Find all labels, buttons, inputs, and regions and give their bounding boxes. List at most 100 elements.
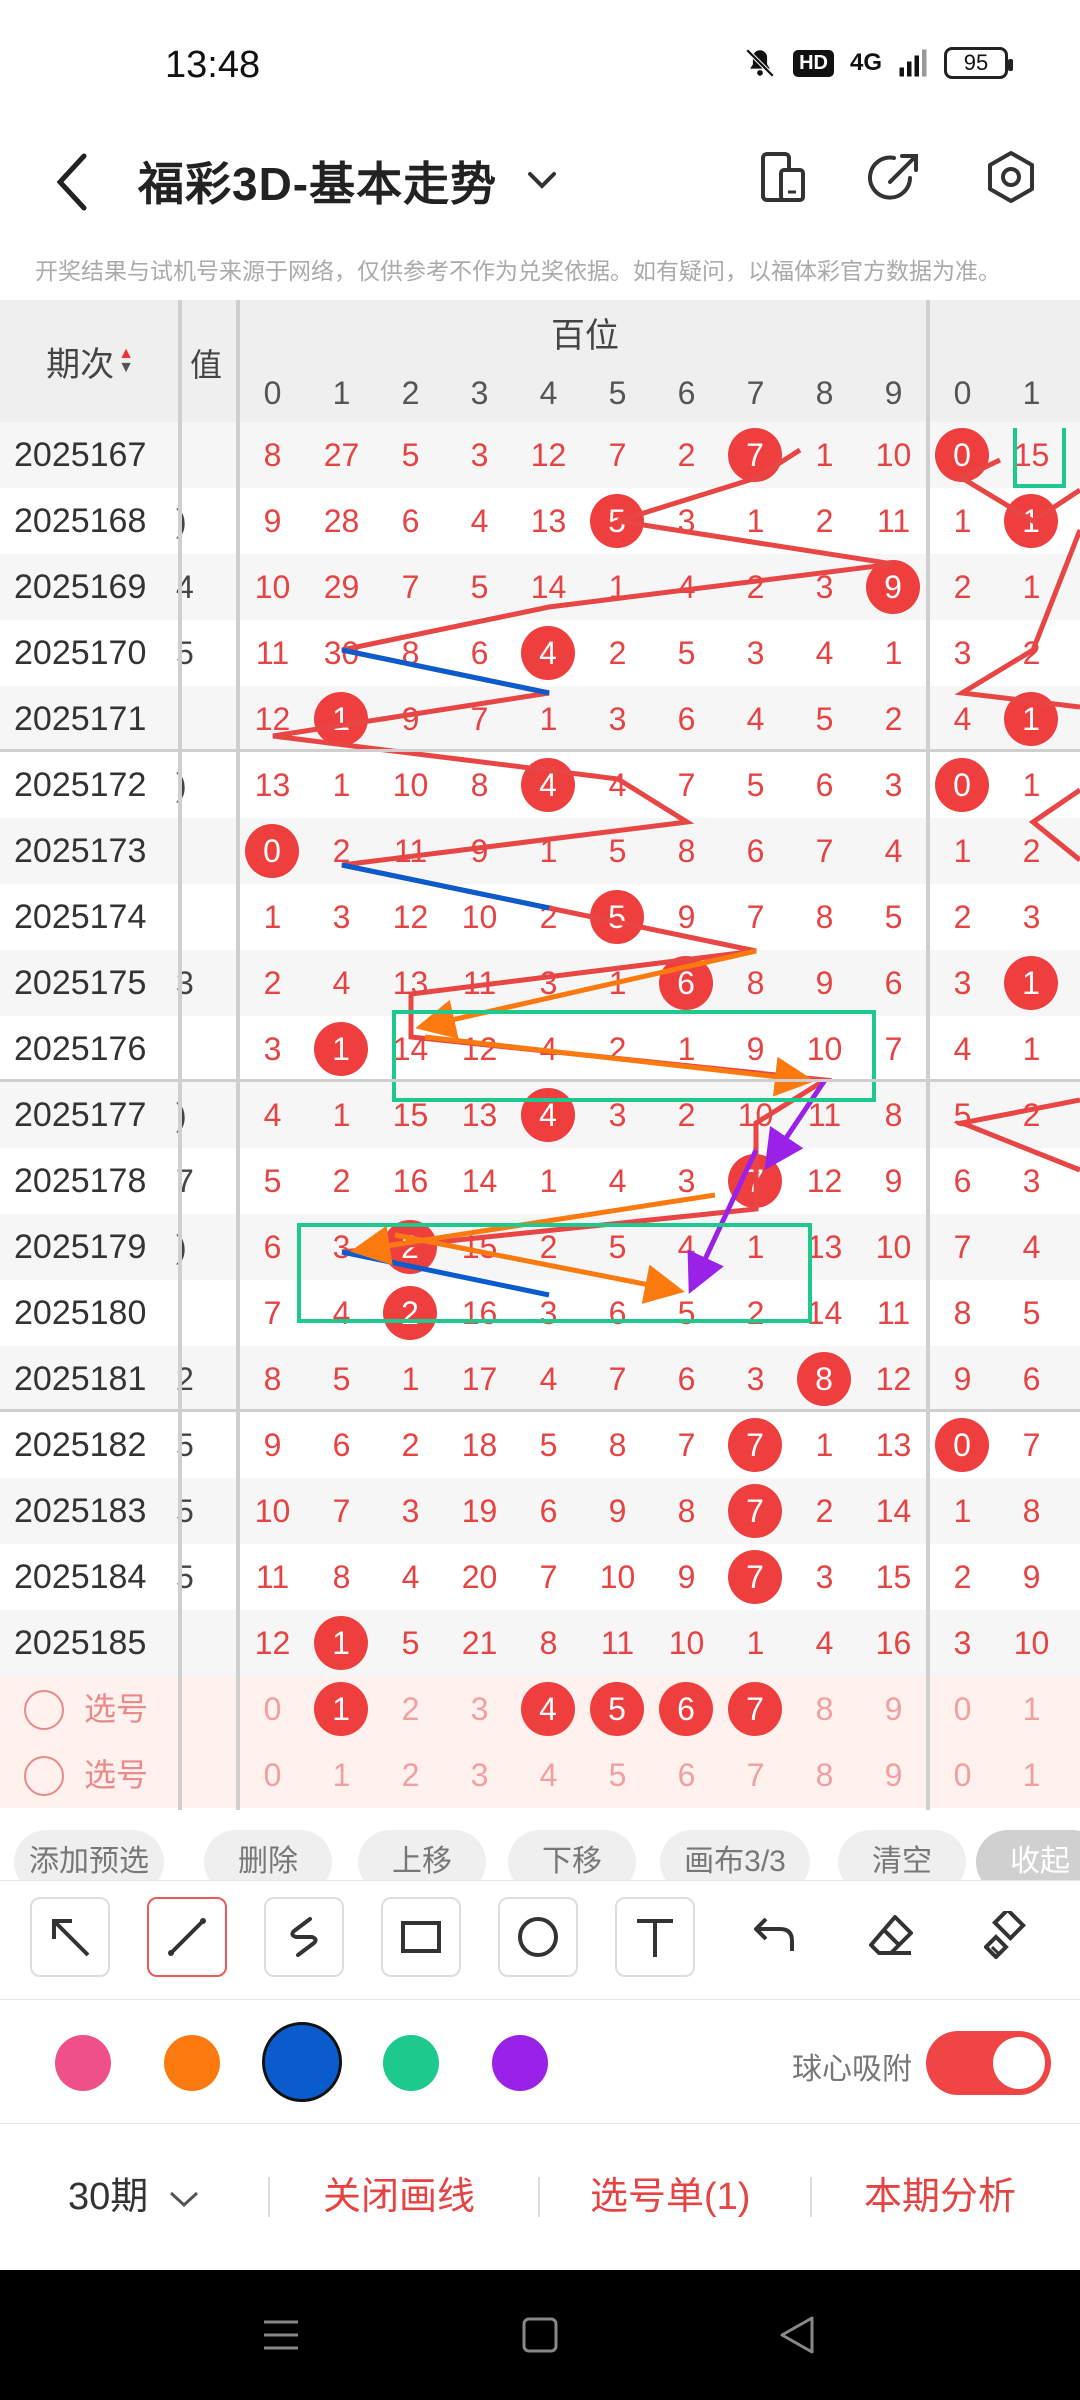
blue-color-swatch[interactable] <box>262 2022 342 2102</box>
add-preselect-button[interactable]: 添加预选 <box>14 1830 164 1880</box>
pickable-number[interactable]: 3 <box>445 1742 514 1808</box>
cut-column-header: 值 <box>190 347 223 383</box>
pickable-number[interactable]: 8 <box>790 1742 859 1808</box>
orange-color-swatch[interactable] <box>164 2035 220 2091</box>
miss-count-cell: 2 <box>677 1097 696 1133</box>
page-title[interactable]: 福彩3D-基本走势 <box>138 148 497 214</box>
select-radio[interactable] <box>24 1756 64 1796</box>
chevron-down-icon[interactable] <box>522 160 562 200</box>
period-cell: 2025168 <box>14 502 147 540</box>
pickable-number[interactable]: 0 <box>928 1742 997 1808</box>
picked-number-ball[interactable]: 1 <box>314 1682 368 1736</box>
miss-count-cell: 2 <box>953 899 972 935</box>
miss-count-cell: 9 <box>746 1031 765 1067</box>
freehand-tool-icon[interactable] <box>264 1897 344 1977</box>
undo-icon[interactable] <box>736 1897 816 1977</box>
miss-count-cell: 10 <box>1013 1625 1050 1661</box>
green-color-swatch[interactable] <box>383 2035 439 2091</box>
pickable-number[interactable]: 5 <box>583 1742 652 1808</box>
miss-count-cell: 2 <box>539 899 558 935</box>
pink-color-swatch[interactable] <box>55 2035 111 2091</box>
hit-ball: 2 <box>383 1220 437 1274</box>
miss-count-cell: 12 <box>530 437 567 473</box>
miss-count-cell: 3 <box>1022 899 1041 935</box>
pickable-number[interactable]: 1 <box>307 1742 376 1808</box>
picked-number-ball[interactable]: 5 <box>590 1682 644 1736</box>
close-lines-button[interactable]: 关闭画线 <box>323 2124 475 2270</box>
chevron-down-icon <box>169 2191 198 2208</box>
back-nav-icon[interactable] <box>772 2310 822 2360</box>
snap-label: 球心吸附 <box>792 2053 912 2086</box>
miss-count-cell: 11 <box>255 1559 290 1595</box>
picked-number-ball[interactable]: 6 <box>659 1682 713 1736</box>
pickable-number[interactable]: 6 <box>652 1742 721 1808</box>
snap-toggle[interactable] <box>926 2031 1051 2095</box>
miss-count-cell: 5 <box>332 1361 351 1397</box>
picked-number-ball[interactable]: 4 <box>521 1682 575 1736</box>
pickable-number[interactable]: 9 <box>859 1676 928 1742</box>
pickable-number[interactable]: 0 <box>928 1676 997 1742</box>
home-nav-icon[interactable] <box>515 2310 565 2360</box>
miss-count-cell: 3 <box>608 1097 627 1133</box>
arrow-tool-icon[interactable] <box>30 1897 110 1977</box>
pick-list-button[interactable]: 选号单(1) <box>590 2124 750 2270</box>
back-arrow-icon[interactable] <box>50 142 94 222</box>
miss-count-cell: 7 <box>1022 1427 1041 1463</box>
move-down-button[interactable]: 下移 <box>508 1830 636 1880</box>
pickable-number[interactable]: 4 <box>514 1742 583 1808</box>
miss-count-cell: 4 <box>746 701 765 737</box>
digit-header: 4 <box>539 375 558 411</box>
miss-count-cell: 6 <box>1022 1361 1041 1397</box>
miss-count-cell: 7 <box>608 1361 627 1397</box>
line-tool-icon[interactable] <box>147 1897 227 1977</box>
pickable-number[interactable]: 9 <box>859 1742 928 1808</box>
pickable-number[interactable]: 1 <box>997 1742 1066 1808</box>
status-bar: 13:48 HD 4G 95 <box>0 0 1080 130</box>
miss-count-cell: 2 <box>539 1229 558 1265</box>
settings-icon[interactable] <box>976 142 1046 212</box>
circle-tool-icon[interactable] <box>498 1897 578 1977</box>
miss-count-cell: 1 <box>608 965 627 1001</box>
table-row: 2025179)632152541131074 <box>0 1214 1080 1280</box>
share-icon[interactable] <box>860 142 930 212</box>
picked-number-ball[interactable]: 7 <box>728 1682 782 1736</box>
miss-count-cell: 7 <box>815 833 834 869</box>
pickable-number[interactable]: 2 <box>376 1742 445 1808</box>
text-tool-icon[interactable] <box>615 1897 695 1977</box>
miss-count-cell: 11 <box>876 1295 911 1331</box>
canvas-page-button[interactable]: 画布3/3 <box>660 1830 810 1880</box>
pickable-number[interactable]: 0 <box>238 1676 307 1742</box>
layout-icon[interactable] <box>748 142 818 212</box>
delete-button[interactable]: 删除 <box>204 1830 332 1880</box>
miss-count-cell: 1 <box>815 1427 834 1463</box>
pickable-number[interactable]: 0 <box>238 1742 307 1808</box>
collapse-button[interactable]: 收起 <box>976 1830 1080 1880</box>
miss-count-cell: 3 <box>539 965 558 1001</box>
pickable-number[interactable]: 2 <box>376 1676 445 1742</box>
miss-count-cell: 6 <box>677 701 696 737</box>
pickable-number[interactable]: 3 <box>445 1676 514 1742</box>
pickable-number[interactable]: 7 <box>721 1742 790 1808</box>
period-analysis-button[interactable]: 本期分析 <box>864 2124 1016 2270</box>
rectangle-tool-icon[interactable] <box>381 1897 461 1977</box>
hit-ball: 7 <box>728 1418 782 1472</box>
period-cell: 2025184 <box>14 1558 147 1596</box>
number-select-row: 选号 0 1 2 3 4 5 6 7 8 9 0 1 <box>0 1676 1080 1742</box>
hit-ball: 4 <box>521 758 575 812</box>
pickable-number[interactable]: 8 <box>790 1676 859 1742</box>
move-up-button[interactable]: 上移 <box>358 1830 486 1880</box>
period-range-select[interactable]: 30期 <box>68 2124 201 2270</box>
miss-count-cell: 3 <box>815 1559 834 1595</box>
miss-count-cell: 8 <box>953 1295 972 1331</box>
miss-count-cell: 9 <box>815 965 834 1001</box>
select-radio[interactable] <box>24 1690 64 1730</box>
purple-color-swatch[interactable] <box>492 2035 548 2091</box>
clear-button[interactable]: 清空 <box>838 1830 966 1880</box>
clear-brush-icon[interactable] <box>970 1897 1050 1977</box>
period-column-header[interactable]: 期次 ▲ ▼ <box>0 300 180 422</box>
pickable-number[interactable]: 1 <box>997 1676 1066 1742</box>
eraser-icon[interactable] <box>853 1897 933 1977</box>
signal-icon <box>899 49 927 77</box>
sort-icon[interactable]: ▲ ▼ <box>118 346 134 376</box>
menu-nav-icon[interactable] <box>256 2310 306 2360</box>
